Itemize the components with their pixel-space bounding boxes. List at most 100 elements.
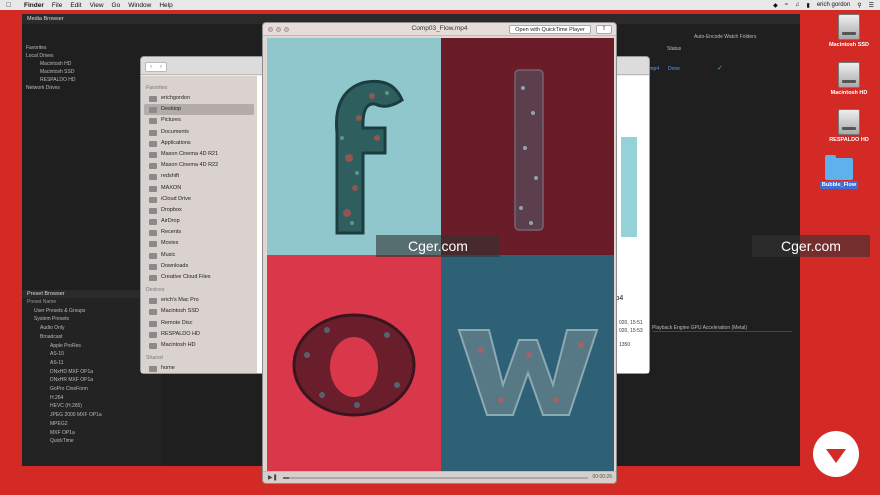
folder-icon [825, 155, 853, 180]
desktop-icon-bubble-flow[interactable]: Bubble_Flow [808, 155, 870, 189]
preset-row[interactable]: GoPro CineForm [22, 385, 162, 394]
sidebar-item-remote-disc[interactable]: Remote Disc [144, 318, 254, 329]
video-quadrant-l [440, 38, 614, 255]
back-icon[interactable]: ‹ [150, 64, 152, 70]
desktop-icon-macintosh-hd[interactable]: Macintosh HD [818, 62, 880, 96]
battery-icon[interactable]: ▮ [807, 2, 810, 9]
sidebar-item-movies[interactable]: Movies [144, 238, 254, 249]
desktop-icon-macintosh-ssd[interactable]: Macintosh SSD [818, 14, 880, 48]
tree-item[interactable]: Network Drives [26, 84, 116, 92]
sidebar-item-respaldo-hd[interactable]: RESPALDO HD [144, 329, 254, 340]
sidebar-item-home[interactable]: erichgordon [144, 93, 254, 104]
auto-encode-watch-folders[interactable]: Auto-Encode Watch Folders [694, 34, 756, 40]
preset-row[interactable]: HEVC (H.265) [22, 402, 162, 411]
search-icon[interactable]: ⚲ [857, 2, 861, 9]
sidebar-item-applications[interactable]: Applications [144, 138, 254, 149]
nav-buttons: ‹ › [145, 62, 167, 72]
play-icon[interactable]: ▶❚ [268, 474, 278, 481]
sidebar-item-icloud[interactable]: iCloud Drive [144, 194, 254, 205]
user-name[interactable]: erich gordon [817, 2, 850, 8]
watermark: Cger.com [752, 235, 870, 257]
video-quadrant-w [440, 255, 614, 472]
sidebar-item-music[interactable]: Music [144, 250, 254, 261]
open-with-quicktime-button[interactable]: Open with QuickTime Player [509, 25, 591, 34]
menu-app[interactable]: Finder [24, 2, 44, 9]
tree-item[interactable]: RESPALDO HD [26, 76, 116, 84]
letter-o-render [292, 313, 416, 417]
finder-sidebar: Favorites erichgordon Desktop Pictures D… [141, 76, 257, 373]
menu-view[interactable]: View [90, 2, 104, 9]
media-browser-tree: Favorites Local Drives Macintosh HD Maci… [26, 44, 116, 92]
menu-bar:  Finder File Edit View Go Window Help ◆… [0, 0, 880, 10]
menu-help[interactable]: Help [159, 2, 172, 9]
letter-f-render [335, 79, 404, 235]
tree-item[interactable]: Local Drives [26, 52, 116, 60]
sidebar-item-redshift[interactable]: redshift [144, 171, 254, 182]
menu-edit[interactable]: Edit [70, 2, 81, 9]
menu-file[interactable]: File [52, 2, 62, 9]
sidebar-section-devices: Devices [146, 287, 165, 294]
hard-disk-icon [838, 109, 860, 135]
sidebar-item-pictures[interactable]: Pictures [144, 115, 254, 126]
preset-row[interactable]: MXF OP1a [22, 429, 162, 438]
apple-icon[interactable]:  [6, 2, 16, 9]
sidebar-item-c4d-r21[interactable]: Maxon Cinema 4D R21 [144, 149, 254, 160]
desktop-icon-label: Bubble_Flow [819, 181, 859, 189]
sidebar-item-dropbox[interactable]: Dropbox [144, 205, 254, 216]
brand-logo [813, 431, 859, 477]
hard-disk-icon [838, 62, 860, 88]
letter-w-render [457, 329, 598, 416]
menu-list-icon[interactable]: ☰ [869, 2, 874, 9]
preset-row[interactable]: DNxHR MXF OP1a [22, 376, 162, 385]
sidebar-item-desktop[interactable]: Desktop [144, 104, 254, 116]
volume-icon[interactable]: ♫ [795, 2, 800, 8]
preset-row[interactable]: MPEG2 [22, 420, 162, 429]
preset-row[interactable]: H.264 [22, 394, 162, 403]
preview-meta-dimension: 1350 [619, 342, 631, 348]
sidebar-item-recents[interactable]: Recents [144, 227, 254, 238]
desktop-icon-label: RESPALDO HD [829, 137, 869, 143]
sidebar-item-creative-cloud[interactable]: Creative Cloud Files [144, 272, 254, 283]
preset-row[interactable]: QuickTime [22, 437, 162, 446]
quick-look-titlebar: Comp03_Flow.mp4 Open with QuickTime Play… [263, 23, 616, 36]
sidebar-item-documents[interactable]: Documents [144, 127, 254, 138]
forward-icon[interactable]: › [160, 64, 162, 70]
sidebar-item-downloads[interactable]: Downloads [144, 261, 254, 272]
sidebar-item-airdrop[interactable]: AirDrop [144, 216, 254, 227]
desktop-icon-respaldo-hd[interactable]: RESPALDO HD [818, 109, 880, 143]
playback-scrubber[interactable] [283, 477, 588, 479]
tree-item[interactable]: Macintosh HD [26, 60, 116, 68]
status-column-header: Status [667, 46, 682, 52]
preset-row[interactable]: JPEG 2000 MXF OP1a [22, 411, 162, 420]
video-quadrant-o [267, 255, 441, 472]
sidebar-section-shared: Shared [146, 355, 163, 362]
menu-go[interactable]: Go [112, 2, 121, 9]
check-icon: ✓ [717, 65, 723, 72]
preview-meta-created: 020, 15:51 [619, 320, 643, 326]
tree-item[interactable]: Favorites [26, 44, 116, 52]
desktop-icon-label: Macintosh HD [830, 90, 868, 96]
playback-controls: ▶❚ 00:00:26 [263, 471, 616, 483]
queue-status: Done [668, 66, 680, 72]
desktop-icon-label: Macintosh SSD [828, 42, 870, 48]
tree-item[interactable]: Macintosh SSD [26, 68, 116, 76]
sidebar-section-favorites: Favorites [146, 85, 168, 91]
watermark: Cger.com [376, 235, 500, 257]
preview-metadata: 020, 15:51 020, 15:53 1350 [619, 319, 643, 349]
renderer-select[interactable]: Playback Engine GPU Acceleration (Metal) [652, 325, 792, 332]
hard-disk-icon [838, 14, 860, 40]
sidebar-item-macintosh-ssd[interactable]: Macintosh SSD [144, 306, 254, 317]
dropbox-icon[interactable]: ◆ [773, 2, 778, 9]
wifi-icon[interactable]: ≈ [785, 2, 788, 8]
video-quadrant-f [267, 38, 441, 255]
share-icon[interactable]: ⇧ [596, 25, 612, 34]
menu-window[interactable]: Window [128, 2, 151, 9]
preview-meta-modified: 020, 15:53 [619, 328, 643, 334]
sidebar-item-macintosh-hd[interactable]: Macintosh HD [144, 340, 254, 351]
preview-thumbnail [621, 137, 637, 237]
sidebar-item-shared-home[interactable]: home [144, 363, 254, 374]
sidebar-item-c4d-r22[interactable]: Maxon Cinema 4D R22 [144, 160, 254, 171]
sidebar-item-mac-pro[interactable]: erich's Mac Pro [144, 295, 254, 306]
playback-time: 00:00:26 [592, 474, 612, 480]
sidebar-item-maxon[interactable]: MAXON [144, 183, 254, 194]
